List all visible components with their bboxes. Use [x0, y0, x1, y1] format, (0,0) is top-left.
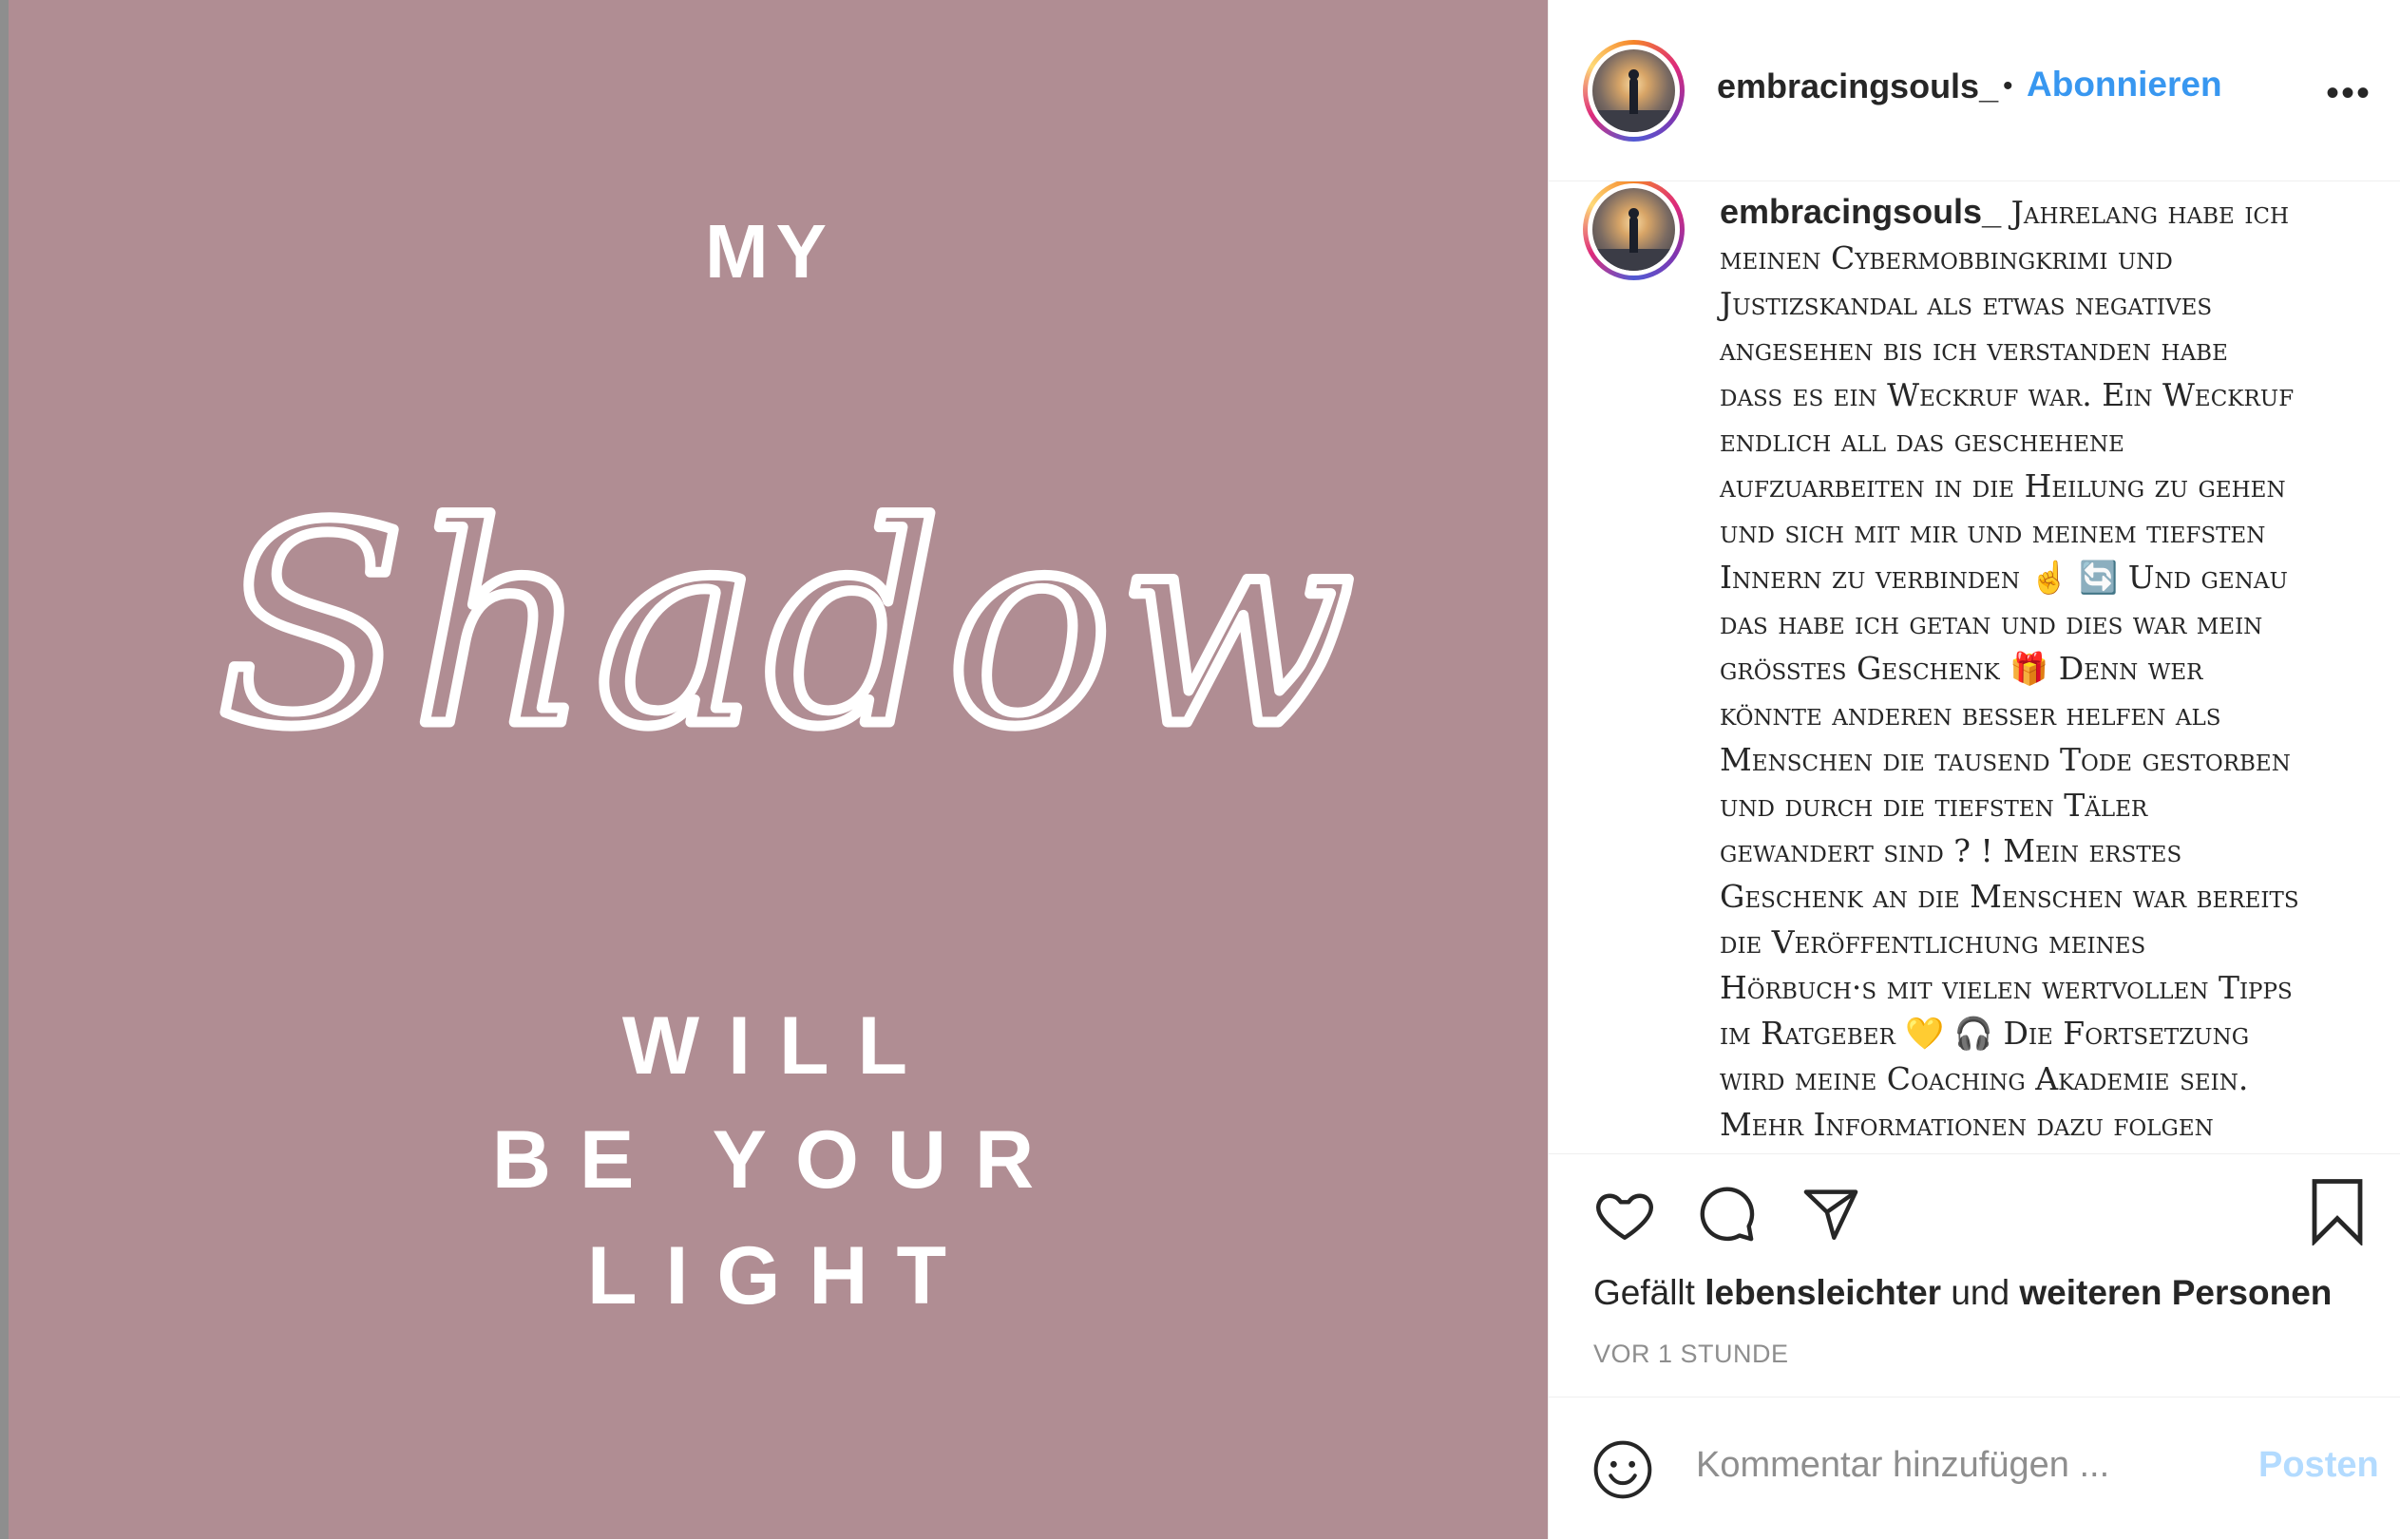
caption-username[interactable]: embracingsouls_ — [1720, 192, 2001, 231]
likes-user-link[interactable]: lebensleichter — [1705, 1273, 1941, 1312]
caption-area: embracingsouls_ Jahrelang habe ich meine… — [1549, 181, 2400, 1154]
header-username[interactable]: embracingsouls_ — [1717, 67, 1998, 106]
caption-line: das habe ich getan und dies war mein — [1720, 604, 2263, 641]
post-header: embracingsouls_ • Abonnieren ••• — [1549, 0, 2400, 181]
likes-middle: und — [1951, 1273, 2010, 1312]
comment-bar: Kommentar hinzufügen ... Posten — [1549, 1397, 2400, 1540]
caption-line: angesehen bis ich verstanden habe — [1720, 331, 2228, 368]
likes-others-link[interactable]: weiteren Personen — [2019, 1273, 2332, 1312]
caption-line: meinen Cybermobbingkrimi und — [1720, 239, 2173, 276]
bookmark-icon[interactable] — [2309, 1177, 2366, 1245]
caption-line: und durch die tiefsten Täler — [1720, 787, 2148, 824]
quote-line-light: LIGHT — [587, 1230, 975, 1321]
follow-button[interactable]: Abonnieren — [2027, 65, 2222, 105]
more-options-icon[interactable]: ••• — [2326, 72, 2371, 115]
heart-icon[interactable] — [1591, 1183, 1658, 1245]
quote-script-word: Shadow — [218, 467, 1361, 788]
quote-graphic: MY Shadow WILL BE YOUR LIGHT — [212, 209, 1361, 1321]
caption-line: Justizskandal als etwas negatives — [1720, 285, 2213, 322]
caption-line: Geschenk an die Menschen war bereits — [1720, 878, 2299, 915]
caption-line: wird meine Coaching Akademie sein. — [1720, 1060, 2249, 1097]
caption-line: Jahrelang habe ich — [2010, 194, 2290, 231]
header-avatar[interactable] — [1583, 40, 1685, 142]
post-image: MY Shadow WILL BE YOUR LIGHT — [0, 0, 1548, 1539]
caption-line: Mehr Informationen dazu folgen — [1720, 1106, 2214, 1143]
caption-line: endlich all das geschehene — [1720, 422, 2124, 459]
comment-input[interactable]: Kommentar hinzufügen ... — [1696, 1445, 2109, 1486]
caption-line: im Ratgeber 💛 🎧 Die Fortsetzung — [1720, 1015, 2250, 1052]
caption-avatar[interactable] — [1583, 181, 1685, 280]
likes-summary: Gefällt lebensleichter und weiteren Pers… — [1593, 1273, 2332, 1313]
likes-prefix: Gefällt — [1593, 1273, 1695, 1312]
quote-line-will: WILL — [622, 1000, 936, 1092]
comment-icon[interactable] — [1693, 1183, 1760, 1245]
caption-line: größtes Geschenk 🎁 Denn wer — [1720, 650, 2203, 687]
post-panel: embracingsouls_ • Abonnieren ••• embraci… — [1548, 0, 2400, 1539]
caption-text: embracingsouls_ Jahrelang habe ich meine… — [1720, 189, 2337, 1148]
quote-line-be-your: BE YOUR — [492, 1114, 1062, 1206]
caption-line: Hörbuch·s mit vielen wertvollen Tipps — [1720, 969, 2293, 1006]
smiley-icon[interactable] — [1590, 1437, 1655, 1502]
caption-line: Innern zu verbinden ☝ 🔄 Und genau — [1720, 559, 2288, 596]
caption-line: aufzuarbeiten in die Heilung zu gehen — [1720, 467, 2286, 504]
caption-line: die Veröffentlichung meines — [1720, 923, 2146, 960]
post-comment-button[interactable]: Posten — [2258, 1445, 2379, 1486]
caption-line: Menschen die tausend Tode gestorben — [1720, 741, 2291, 778]
paper-plane-icon[interactable] — [1798, 1183, 1864, 1245]
header-separator: • — [2003, 70, 2013, 102]
caption-line: gewandert sind ? ! Mein erstes — [1720, 832, 2182, 869]
post-timestamp[interactable]: VOR 1 STUNDE — [1593, 1340, 1789, 1369]
caption-line: und sich mit mir und meinem tiefsten — [1720, 513, 2266, 550]
quote-line-my: MY — [705, 209, 834, 294]
caption-line: dass es ein Weckruf war. Ein Weckruf — [1720, 376, 2295, 413]
caption-line: könnte anderen besser helfen als — [1720, 695, 2221, 732]
